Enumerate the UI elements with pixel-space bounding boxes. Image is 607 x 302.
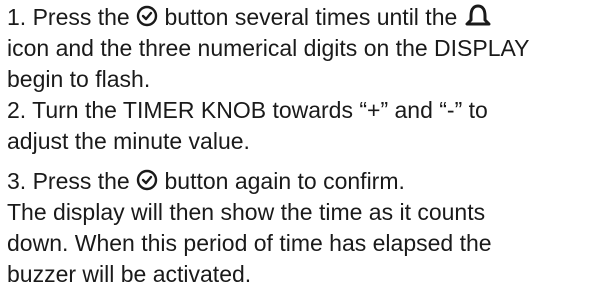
step-3-text-a: 3. Press the bbox=[7, 168, 137, 194]
note-line-2: down. When this period of time has elaps… bbox=[7, 230, 492, 256]
note-line-1: The display will then show the time as i… bbox=[7, 199, 486, 225]
instruction-text: 1. Press the button several times until … bbox=[7, 2, 605, 290]
note-line-3: buzzer will be activated. bbox=[7, 261, 252, 287]
step-1-line-2: icon and the three numerical digits on t… bbox=[7, 35, 530, 61]
step-1-line-3: begin to flash. bbox=[7, 66, 151, 92]
clock-icon bbox=[136, 5, 158, 27]
step-2-line-1: 2. Turn the TIMER KNOB towards “+” and “… bbox=[7, 97, 488, 123]
clock-icon bbox=[136, 169, 158, 191]
step-1-text-b: button several times until the bbox=[158, 4, 464, 30]
step-2-line-2: adjust the minute value. bbox=[7, 128, 250, 154]
step-1-line-1: 1. Press the button several times until … bbox=[7, 2, 605, 33]
step-3-line-1: 3. Press the button again to confirm. bbox=[7, 166, 605, 197]
step-3-text-b: button again to confirm. bbox=[158, 168, 405, 194]
step-1-text-a: 1. Press the bbox=[7, 4, 137, 30]
bell-icon bbox=[464, 3, 492, 29]
